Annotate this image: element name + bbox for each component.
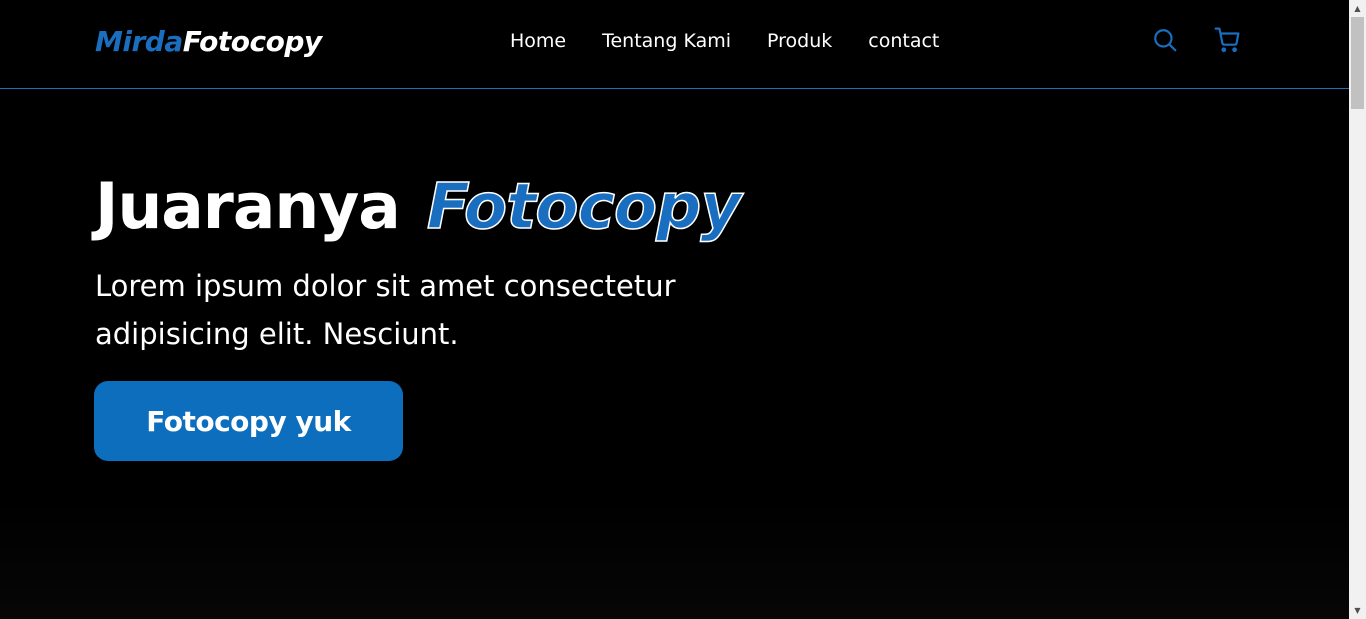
nav-link-tentang-kami[interactable]: Tentang Kami	[602, 28, 731, 54]
search-button[interactable]	[1152, 27, 1178, 53]
scroll-down-arrow-icon[interactable]: ▼	[1349, 602, 1366, 619]
hero-title: Juaranya Fotocopy	[95, 168, 815, 246]
shopping-cart-icon	[1214, 27, 1240, 53]
scroll-up-arrow-icon[interactable]: ▲	[1349, 0, 1366, 17]
vertical-scrollbar[interactable]: ▲ ▼	[1349, 0, 1366, 619]
fotocopy-yuk-button[interactable]: Fotocopy yuk	[94, 381, 403, 461]
page: MirdaFotocopy Home Tentang Kami Produk c…	[0, 0, 1366, 619]
hero-description: Lorem ipsum dolor sit amet consectetur a…	[95, 269, 676, 351]
search-icon	[1154, 29, 1177, 52]
brand-name-part1: Mirda	[95, 25, 183, 58]
hero-section: Juaranya Fotocopy Lorem ipsum dolor sit …	[95, 168, 815, 358]
nav-link-produk[interactable]: Produk	[767, 28, 832, 54]
cart-button[interactable]	[1214, 27, 1240, 53]
hero-title-accent: Fotocopy	[426, 169, 742, 244]
nav-icons	[1152, 27, 1240, 53]
nav-link-home[interactable]: Home	[510, 28, 566, 54]
viewport: MirdaFotocopy Home Tentang Kami Produk c…	[0, 0, 1349, 619]
navbar: MirdaFotocopy Home Tentang Kami Produk c…	[0, 0, 1349, 89]
brand-logo[interactable]: MirdaFotocopy	[95, 24, 322, 60]
hero-title-part1: Juaranya	[95, 170, 401, 243]
brand-name-part2: Fotocopy	[182, 25, 322, 58]
nav-link-contact[interactable]: contact	[868, 28, 939, 54]
scrollbar-thumb[interactable]	[1351, 17, 1364, 109]
nav-links: Home Tentang Kami Produk contact	[510, 28, 939, 54]
